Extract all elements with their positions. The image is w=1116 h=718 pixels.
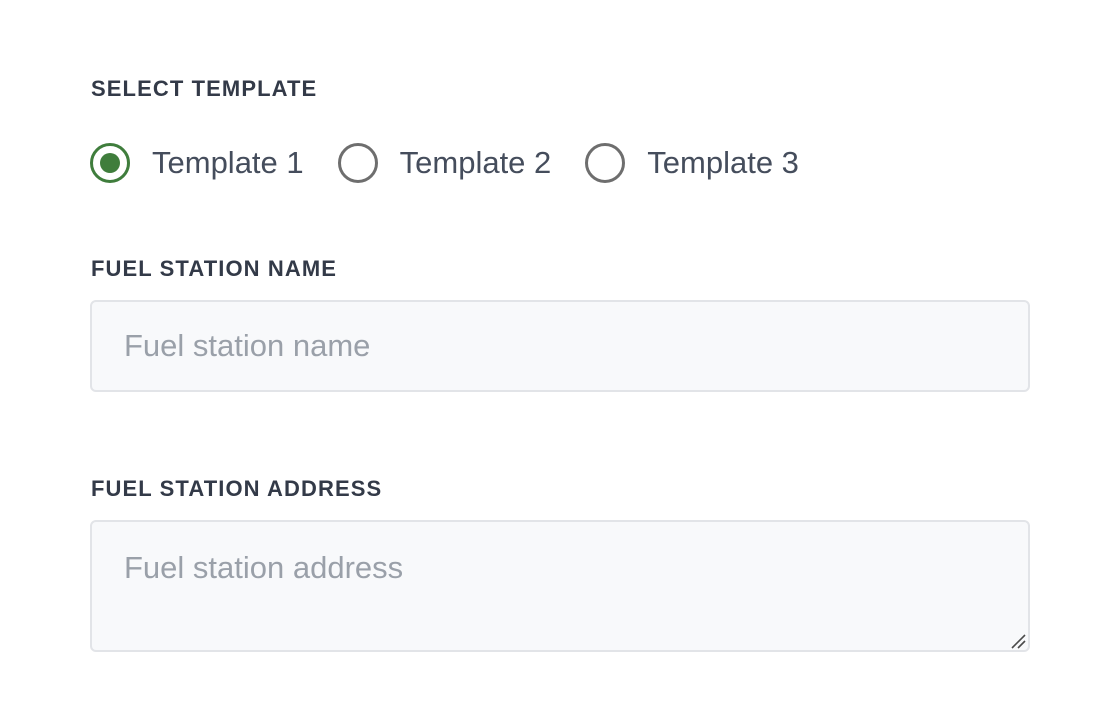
fuel-station-address-label: FUEL STATION ADDRESS (91, 476, 383, 501)
fuel-station-name-input[interactable] (90, 300, 1030, 392)
radio-template-2[interactable]: Template 2 (337, 143, 552, 183)
fuel-station-form: SELECT TEMPLATE Template 1 Template 2 Te… (0, 0, 1116, 718)
radio-template-1[interactable]: Template 1 (90, 143, 304, 183)
fuel-station-address-textarea[interactable] (90, 520, 1030, 652)
resize-grip-icon[interactable] (1009, 632, 1027, 650)
template-radio-group: Template 1 Template 2 Template 3 (90, 142, 833, 184)
fuel-station-name-label: FUEL STATION NAME (91, 256, 338, 281)
radio-template-1-label[interactable]: Template 1 (152, 143, 304, 183)
radio-template-3-label[interactable]: Template 3 (647, 143, 799, 183)
radio-unselected-icon[interactable] (585, 143, 626, 183)
radio-selected-icon[interactable] (90, 143, 130, 183)
radio-template-2-label[interactable]: Template 2 (400, 143, 552, 183)
radio-template-3[interactable]: Template 3 (585, 143, 799, 183)
radio-dot (100, 153, 120, 173)
select-template-label: SELECT TEMPLATE (91, 76, 318, 101)
radio-unselected-icon[interactable] (337, 143, 378, 183)
